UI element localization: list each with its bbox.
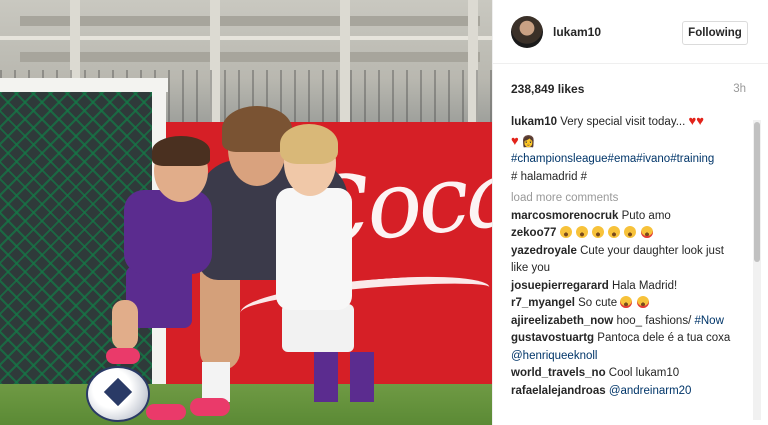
load-more-comments[interactable]: load more comments xyxy=(511,190,739,208)
comments-list: lukam10 Very special visit today... ♥♥ ♥… xyxy=(511,112,739,400)
post-photo[interactable]: Coca xyxy=(0,0,492,425)
comment-text: Cool lukam10 xyxy=(608,367,680,379)
comment-user[interactable]: marcosmorenocruk xyxy=(511,210,618,222)
caption-hashtags[interactable]: #championsleague#ema#ivano#training xyxy=(511,153,714,165)
comment-user[interactable]: ajireelizabeth_now xyxy=(511,315,613,327)
avatar[interactable] xyxy=(511,16,543,48)
post-header: lukam10 Following xyxy=(493,0,768,64)
goal-crossbar xyxy=(0,78,168,92)
smile-emoji-icon xyxy=(559,226,572,238)
caption: lukam10 Very special visit today... ♥♥ ♥… xyxy=(511,112,739,186)
seat-row xyxy=(20,52,480,62)
girl-shorts xyxy=(282,304,354,352)
comment-item: zekoo77 xyxy=(511,225,739,243)
comment-mention[interactable]: @henriqueeknoll xyxy=(511,350,597,362)
person-icon: 👩 xyxy=(521,135,536,148)
comment-item: gustavostuartg Pantoca dele é a tua coxa… xyxy=(511,330,739,365)
smile-emoji-icon xyxy=(608,226,621,238)
following-button[interactable]: Following xyxy=(682,21,748,45)
caption-text: Very special visit today... xyxy=(560,116,686,128)
grass xyxy=(0,384,492,425)
heart-eyes-emoji-icon xyxy=(620,296,633,308)
boy-hair xyxy=(152,136,210,166)
girl-sock xyxy=(314,352,338,402)
smile-emoji-icon xyxy=(592,226,604,238)
caption-hashtags-2[interactable]: # halamadrid # xyxy=(511,171,587,183)
comment-text: Puto amo xyxy=(621,209,671,222)
heart-icon: ♥ xyxy=(511,132,519,148)
comment-item: josuepierregarard Hala Madrid! xyxy=(511,278,739,296)
comment-user[interactable]: yazedroyale xyxy=(511,245,577,257)
post-sidebar: lukam10 Following 238,849 likes 3h lukam… xyxy=(492,0,768,425)
scrollbar-thumb[interactable] xyxy=(754,122,760,262)
boy-body xyxy=(124,190,212,274)
comment-item: rafaelalejandroas @andreinarm20 xyxy=(511,383,739,401)
smile-emoji-icon xyxy=(575,226,588,238)
girl-body xyxy=(276,188,352,310)
comment-item: yazedroyale Cute your daughter look just… xyxy=(511,243,739,278)
username-link[interactable]: lukam10 xyxy=(553,25,601,39)
comment-user[interactable]: world_travels_no xyxy=(511,367,606,379)
comment-item: ajireelizabeth_now hoo_ fashions/ #Now xyxy=(511,313,739,331)
heart-eyes-emoji-icon xyxy=(636,296,649,308)
comment-item: r7_myangel So cute xyxy=(511,295,739,313)
comment-mention[interactable]: @andreinarm20 xyxy=(609,385,692,397)
comment-user[interactable]: lukam10 xyxy=(511,116,557,128)
girl-sock xyxy=(350,352,374,402)
post-time[interactable]: 3h xyxy=(733,83,746,95)
heart-eyes-emoji-icon xyxy=(640,226,653,238)
smile-emoji-icon xyxy=(624,226,637,238)
comment-user[interactable]: rafaelalejandroas xyxy=(511,385,606,397)
comment-user[interactable]: gustavostuartg xyxy=(511,332,594,344)
boy-leg xyxy=(112,300,138,350)
comment-user[interactable]: josuepierregarard xyxy=(511,280,609,292)
comment-user[interactable]: r7_myangel xyxy=(511,297,575,309)
man-shoe xyxy=(190,398,230,416)
comment-item: marcosmorenocruk Puto amo xyxy=(511,208,739,226)
boy-shoe xyxy=(146,404,186,420)
girl-hair xyxy=(280,124,338,164)
comment-text: Pantoca dele é a tua coxa xyxy=(597,332,731,344)
comment-text: So cute xyxy=(578,297,618,309)
heart-icon: ♥ xyxy=(696,113,704,128)
comment-hashtag[interactable]: #Now xyxy=(694,315,723,327)
likes-count[interactable]: 238,849 likes xyxy=(511,82,584,96)
comment-text: hoo_ fashions/ xyxy=(616,314,692,327)
seat-row xyxy=(20,16,480,26)
man-sock xyxy=(202,362,230,402)
comment-item: world_travels_no Cool lukam10 xyxy=(511,365,739,383)
comment-text: Hala Madrid! xyxy=(612,279,678,292)
boy-shoe xyxy=(106,348,140,364)
comment-user[interactable]: zekoo77 xyxy=(511,227,556,239)
